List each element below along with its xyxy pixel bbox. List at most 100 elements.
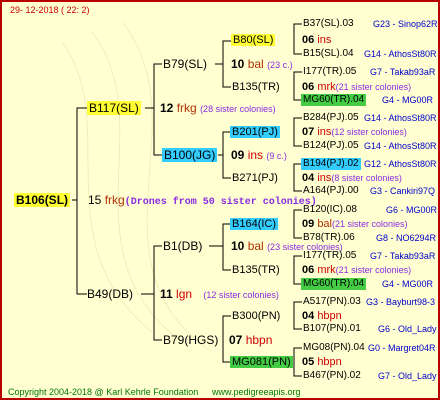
q3-drone-info: 07 ins(12 sister colonies) [302,126,407,138]
link-q1-g1a [293,23,302,41]
gq-mg60-tr-a[interactable]: MG60(TR).04 [301,94,367,106]
q2-num: 06 [302,81,315,93]
link-root-n2 [76,200,87,295]
queen-b79-sl[interactable]: B79(SL) [163,57,207,71]
queen-b49-db[interactable]: B49(DB) [87,287,133,301]
gq-b284-pj-tag: G14 - AthosSt80R [364,113,437,123]
link-n21-q6 [222,246,231,271]
q8-drone-info: 05 hbpn [302,356,342,368]
copyright-text: Copyright 2004-2018 @ Karl Kehrle Founda… [8,387,199,397]
gq-b15-sl[interactable]: B15(SL).04 [303,48,354,60]
n11-num: 10 [231,57,245,71]
link-q2-g2a [293,71,302,87]
n11-drone-info: 10 bal (23 c.) [231,57,293,72]
queen-b201-pj[interactable]: B201(PJ) [230,126,280,138]
gq-b78-tr[interactable]: B78(TR).06 [303,232,355,244]
link-n11-q2 [222,64,231,88]
queen-mg081-pn[interactable]: MG081(PN) [230,356,293,368]
gq-b467-pn[interactable]: B467(PN).02 [303,370,361,382]
gq-b107-pn[interactable]: B107(PN).01 [303,323,361,335]
n1-num: 12 [160,101,174,115]
gq-i177-tr-a-tag: G7 - Takab93aR [370,67,436,77]
n1-drone-info: 12 frkg (28 sister colonies) [160,101,276,116]
queen-b164-ic[interactable]: B164(IC) [230,218,279,230]
site-link[interactable]: www.pedigreeapis.org [212,386,301,398]
q2-note: (21 sister colonies) [335,82,412,92]
link-q7-g7b [293,316,302,330]
root-note: (Drones from 50 sister colonies) [124,197,317,208]
gq-i177-tr-a[interactable]: I177(TR).05 [303,66,356,78]
gq-mg60-tr-b-tag: G4 - MG00R [382,279,434,289]
queen-b135-tr-a[interactable]: B135(TR) [232,81,280,93]
queen-b135-tr-b[interactable]: B135(TR) [232,264,280,276]
n12-num: 09 [231,148,245,162]
n21-mark: bal [247,239,264,253]
q6-note: (21 sister colonies) [335,265,412,275]
gq-b107-pn-tag: G6 - Old_Lady [378,324,437,334]
gq-i177-tr-b[interactable]: I177(TR).05 [303,250,356,262]
n12-note: (9 c.) [266,151,287,161]
n2-note: (12 sister colonies) [203,290,279,300]
gq-b194-pj-tag: G12 - AthosSt80R [364,159,437,169]
link-q7-g7a [293,301,302,316]
q4-note: (8 sister colonies) [331,173,402,183]
gq-b284-pj[interactable]: B284(PJ).05 [303,112,359,124]
n1-mark: frkg [176,101,197,115]
q5-mark: bal [317,218,332,230]
root-drone-info: 15 frkg(Drones from 50 sister colonies) [88,193,317,210]
q5-drone-info: 09 bal(21 sister colonies) [302,218,408,230]
link-n12-q4 [222,155,231,179]
root-num: 15 [88,193,102,207]
link-q8-g8b [293,362,302,377]
gq-b37-sl[interactable]: B37(SL).03 [303,18,354,30]
link-q8-g8a [293,347,302,362]
queen-b1-db[interactable]: B1(DB) [163,239,202,253]
gq-b15-sl-tag: G14 - AthosSt80R [364,49,437,59]
gq-mg08-pn-tag: G0 - Margret04R [368,343,436,353]
q7-mark: hbpn [317,310,342,322]
q3-num: 07 [302,126,315,138]
q3-note: (12 sister colonies) [331,127,407,137]
gq-b120-ic[interactable]: B120(IC).08 [303,204,357,216]
gq-a164-pj-tag: G3 - Cankiri97Q [370,186,436,196]
queen-b80-sl[interactable]: B80(SL) [231,34,276,46]
link-q3-g3b [293,132,302,147]
queen-b79-hgs[interactable]: B79(HGS) [163,333,218,347]
n22-num: 07 [229,333,243,347]
n11-mark: bal [247,57,264,71]
q1-drone-info: 06 ins [302,34,331,46]
link-q3-g3a [293,117,302,132]
n22-drone-info: 07 hbpn [229,333,272,347]
gq-b467-pn-tag: G7 - Old_Lady [378,371,437,381]
q4-num: 04 [302,172,315,184]
link-q5-g5b [293,224,302,239]
q7-num: 04 [302,310,315,322]
n22-mark: hbpn [245,333,273,347]
link-q4-g4b [293,178,302,192]
n12-drone-info: 09 ins (9 c.) [231,148,287,163]
link-root-n1 [76,107,87,200]
link-q5-g5a [293,209,302,224]
queen-b300-pn[interactable]: B300(PN) [232,310,280,322]
q4-mark: ins [317,172,332,184]
q6-drone-info: 06 mrk(21 sister colonies) [302,264,411,276]
n2-drone-info: 11 lgn (12 sister colonies) [160,287,279,302]
pedigree-frame: 29- 12-2018 ( 22: 2) B106(SL) 15 frkg(Dr… [0,0,440,400]
gq-a517-pn-tag: G3 - Bayburt98-3 [366,297,436,307]
q5-num: 09 [302,218,315,230]
q8-mark: hbpn [317,356,342,368]
root-queen[interactable]: B106(SL) [14,193,71,207]
gq-mg08-pn[interactable]: MG08(PN).04 [303,342,365,354]
gq-a164-pj[interactable]: A164(PJ).00 [303,185,359,197]
n2-mark: lgn [176,287,193,301]
queen-b100-jg[interactable]: B100(JG) [162,148,218,162]
link-q1-g1b [293,41,302,55]
gq-mg60-tr-b[interactable]: MG60(TR).04 [301,278,367,290]
q8-num: 05 [302,356,315,368]
gq-b124-pj[interactable]: B124(PJ).05 [303,140,359,152]
gq-a517-pn[interactable]: A517(PN).03 [303,296,361,308]
date-stamp: 29- 12-2018 ( 22: 2) [10,5,90,15]
queen-b117-sl[interactable]: B117(SL) [87,101,141,115]
queen-b271-pj[interactable]: B271(PJ) [232,172,278,184]
gq-b194-pj[interactable]: B194(PJ).02 [301,158,361,170]
